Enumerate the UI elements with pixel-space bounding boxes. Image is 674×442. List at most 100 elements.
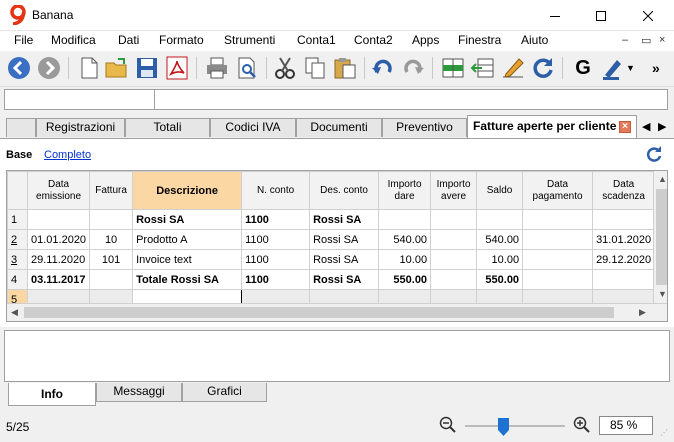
export-pdf-button[interactable] — [164, 55, 190, 81]
col-header-data-pagamento[interactable]: Data pagamento — [522, 171, 594, 210]
horizontal-scroll-thumb[interactable] — [24, 307, 614, 318]
insert-row-button[interactable] — [440, 55, 466, 81]
delete-row-button[interactable] — [470, 55, 496, 81]
menu-modifica[interactable]: Modifica — [51, 33, 96, 47]
col-header-fattura[interactable]: Fattura — [89, 171, 134, 210]
cell-data-emissione[interactable] — [26, 209, 91, 230]
paste-button[interactable] — [332, 55, 358, 81]
mdi-restore-icon[interactable]: ▭ — [641, 34, 651, 47]
col-header-n-conto[interactable]: N. conto — [241, 171, 311, 210]
cell-n-conto[interactable]: 1100 — [241, 249, 311, 270]
menu-formato[interactable]: Formato — [159, 33, 204, 47]
cell-saldo[interactable] — [476, 209, 524, 230]
cell-fattura[interactable]: 10 — [89, 229, 134, 250]
cell-descrizione[interactable]: Totale Rossi SA — [132, 269, 243, 290]
cell-importo-dare[interactable]: 10.00 — [378, 249, 432, 270]
menu-file[interactable]: File — [14, 33, 33, 47]
menu-dati[interactable]: Dati — [118, 33, 139, 47]
tab-next-arrow-icon[interactable]: ▶ — [658, 120, 666, 133]
minimize-button[interactable] — [532, 0, 578, 31]
cell-importo-dare[interactable]: 550.00 — [378, 269, 432, 290]
zoom-out-icon[interactable] — [439, 416, 457, 434]
vertical-scrollbar[interactable]: ▲ ▼ — [653, 171, 667, 303]
tab-scroll-left[interactable] — [6, 118, 36, 137]
cell-fattura[interactable] — [89, 209, 134, 230]
cell-data-scadenza[interactable] — [592, 269, 656, 290]
cell-descrizione[interactable]: Invoice text — [132, 249, 243, 270]
view-completo-link[interactable]: Completo — [44, 149, 91, 161]
cell-importo-avere[interactable] — [430, 269, 478, 290]
col-header-importo-avere[interactable]: Importo avere — [430, 171, 478, 210]
col-header-importo-dare[interactable]: Importo dare — [378, 171, 432, 210]
vertical-scroll-thumb[interactable] — [656, 189, 667, 285]
cell-des-conto[interactable]: Rossi SA — [309, 269, 380, 290]
new-file-button[interactable] — [76, 55, 102, 81]
cell-data-emissione[interactable]: 01.01.2020 — [26, 229, 91, 250]
highlight-button[interactable] — [600, 55, 626, 81]
maximize-button[interactable] — [578, 0, 624, 31]
cell-saldo[interactable]: 540.00 — [476, 229, 524, 250]
g-button[interactable]: G — [570, 55, 596, 81]
cell-data-pagamento[interactable] — [522, 249, 594, 270]
tab-fatture-aperte-per-cliente[interactable]: Fatture aperte per cliente × — [467, 115, 637, 138]
cell-importo-dare[interactable]: 540.00 — [378, 229, 432, 250]
row-number[interactable]: 2 — [7, 229, 28, 250]
cell-n-conto[interactable]: 1100 — [241, 209, 311, 230]
resize-grip-icon[interactable]: ⋰ — [660, 428, 668, 437]
row-number[interactable]: 1 — [7, 209, 28, 230]
col-header-saldo[interactable]: Saldo — [476, 171, 524, 210]
menu-conta1[interactable]: Conta1 — [297, 33, 336, 47]
tab-messaggi[interactable]: Messaggi — [96, 383, 182, 402]
edit-cell-button[interactable] — [500, 55, 526, 81]
forward-button[interactable] — [36, 55, 62, 81]
cell-fattura[interactable] — [89, 269, 134, 290]
cell-des-conto[interactable]: Rossi SA — [309, 209, 380, 230]
cell-importo-dare[interactable] — [378, 209, 432, 230]
cell-des-conto[interactable]: Rossi SA — [309, 229, 380, 250]
zoom-slider-thumb[interactable] — [498, 418, 509, 436]
zoom-in-icon[interactable] — [573, 416, 591, 434]
col-header-data-scadenza[interactable]: Data scadenza — [592, 171, 656, 210]
copy-button[interactable] — [302, 55, 328, 81]
row-number[interactable]: 4 — [7, 269, 28, 290]
cell-data-emissione[interactable]: 29.11.2020 — [26, 249, 91, 270]
mdi-close-icon[interactable]: × — [659, 34, 665, 46]
menu-aiuto[interactable]: Aiuto — [521, 33, 548, 47]
cell-data-scadenza[interactable]: 31.01.2020 — [592, 229, 656, 250]
cell-data-scadenza[interactable] — [592, 209, 656, 230]
horizontal-scrollbar[interactable]: ◀ ▶ — [7, 303, 667, 321]
col-header-descrizione[interactable]: Descrizione — [132, 171, 243, 210]
tab-prev-arrow-icon[interactable]: ◀ — [642, 120, 650, 133]
cell-descrizione[interactable]: Rossi SA — [132, 209, 243, 230]
scroll-up-icon[interactable]: ▲ — [658, 174, 667, 184]
cell-data-pagamento[interactable] — [522, 209, 594, 230]
zoom-level-field[interactable]: 85 % — [599, 416, 653, 435]
tab-registrazioni[interactable]: Registrazioni — [36, 118, 125, 137]
cut-button[interactable] — [272, 55, 298, 81]
tab-close-icon[interactable]: × — [619, 121, 631, 133]
cell-saldo[interactable]: 550.00 — [476, 269, 524, 290]
tab-info[interactable]: Info — [8, 383, 96, 406]
cell-data-pagamento[interactable] — [522, 269, 594, 290]
print-preview-button[interactable] — [234, 55, 260, 81]
toolbar-more-button[interactable]: » — [652, 55, 670, 81]
scroll-left-icon[interactable]: ◀ — [11, 307, 18, 318]
close-window-button[interactable] — [625, 0, 671, 31]
refresh-icon[interactable] — [645, 145, 663, 163]
menu-conta2[interactable]: Conta2 — [354, 33, 393, 47]
col-header-data-emissione[interactable]: Data emissione — [26, 171, 91, 210]
cell-data-scadenza[interactable]: 29.12.2020 — [592, 249, 656, 270]
undo-button[interactable] — [370, 55, 396, 81]
cell-fattura[interactable]: 101 — [89, 249, 134, 270]
menu-apps[interactable]: Apps — [412, 33, 439, 47]
scroll-right-icon[interactable]: ▶ — [639, 307, 646, 318]
cell-data-pagamento[interactable] — [522, 229, 594, 250]
scroll-down-icon[interactable]: ▼ — [658, 289, 667, 299]
tab-preventivo[interactable]: Preventivo — [382, 118, 467, 137]
cell-des-conto[interactable]: Rossi SA — [309, 249, 380, 270]
print-button[interactable] — [204, 55, 230, 81]
cell-data-emissione[interactable]: 03.11.2017 — [26, 269, 91, 290]
recalculate-button[interactable] — [530, 55, 556, 81]
col-header-des-conto[interactable]: Des. conto — [309, 171, 380, 210]
tab-codici-iva[interactable]: Codici IVA — [210, 118, 296, 137]
